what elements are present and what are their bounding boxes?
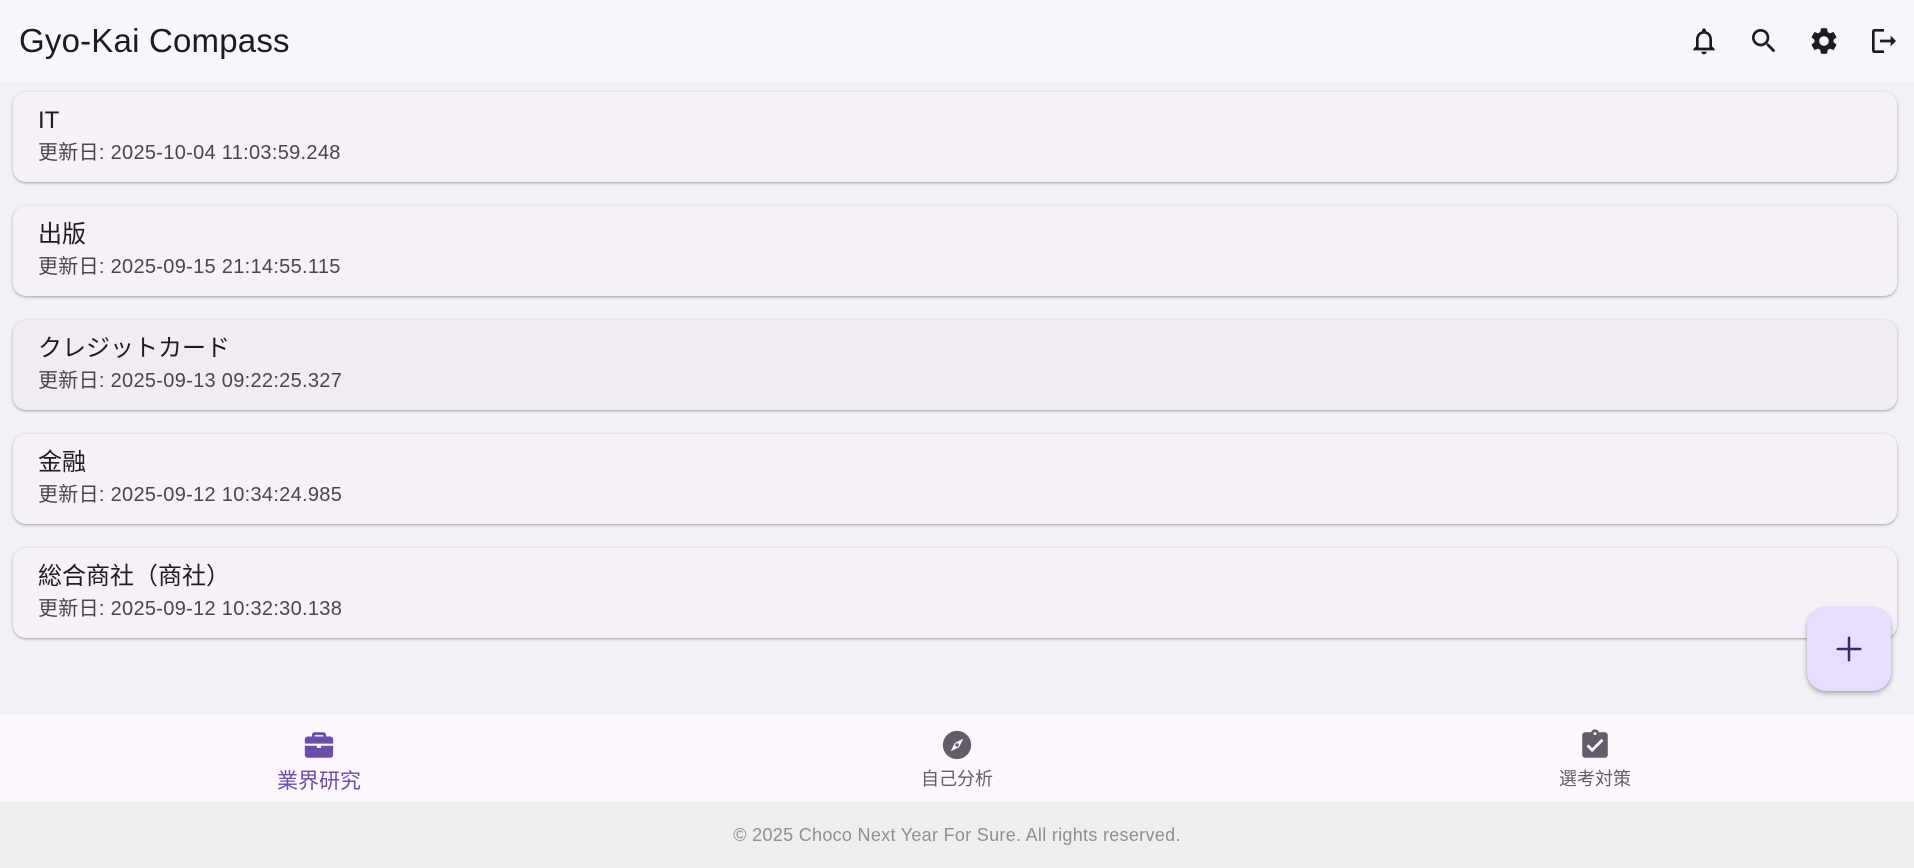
settings-icon: [1811, 28, 1837, 54]
nav-item-industry-research[interactable]: 業界研究: [0, 715, 638, 802]
industry-updated-date: 更新日: 2025-09-12 10:34:24.985: [38, 484, 343, 506]
industry-title: クレジットカード: [38, 335, 230, 362]
add-industry-button[interactable]: [1807, 607, 1891, 691]
industry-updated-date: 更新日: 2025-10-04 11:03:59.248: [38, 142, 341, 164]
nav-label-self-analysis: 自己分析: [921, 769, 993, 789]
settings-button[interactable]: [1794, 11, 1854, 71]
nav-item-self-analysis[interactable]: 自己分析: [638, 715, 1276, 802]
logout-icon: [1872, 29, 1896, 53]
industry-card[interactable]: クレジットカード 更新日: 2025-09-13 09:22:25.327: [13, 320, 1897, 410]
copyright-text: © 2025 Choco Next Year For Sure. All rig…: [733, 824, 1181, 845]
bottom-navigation: 業界研究 自己分析 選考対策: [0, 715, 1914, 802]
industry-title: 総合商社（商社）: [38, 563, 230, 590]
industry-updated-date: 更新日: 2025-09-15 21:14:55.115: [38, 256, 341, 278]
industry-card[interactable]: 金融 更新日: 2025-09-12 10:34:24.985: [13, 434, 1897, 524]
industry-title: 出版: [38, 221, 86, 248]
app-title: Gyo-Kai Compass: [19, 22, 290, 59]
app-bar-actions: [1674, 0, 1914, 82]
notifications-button[interactable]: [1674, 11, 1734, 71]
industry-card[interactable]: IT 更新日: 2025-10-04 11:03:59.248: [13, 92, 1897, 182]
industry-updated-date: 更新日: 2025-09-13 09:22:25.327: [38, 370, 343, 392]
nav-label-industry-research: 業界研究: [277, 770, 361, 793]
compass-icon: [942, 730, 972, 760]
industry-title: IT: [38, 107, 60, 134]
nav-label-selection-prep: 選考対策: [1559, 769, 1631, 789]
search-button[interactable]: [1734, 11, 1794, 71]
add-icon: [1836, 636, 1862, 662]
industry-list: IT 更新日: 2025-10-04 11:03:59.248 出版 更新日: …: [13, 92, 1897, 662]
industry-title: 金融: [38, 449, 86, 476]
nav-item-selection-prep[interactable]: 選考対策: [1276, 715, 1914, 802]
industry-card[interactable]: 出版 更新日: 2025-09-15 21:14:55.115: [13, 206, 1897, 296]
app-bar: Gyo-Kai Compass: [0, 0, 1914, 82]
industry-card[interactable]: 総合商社（商社） 更新日: 2025-09-12 10:32:30.138: [13, 548, 1897, 638]
search-icon: [1752, 29, 1776, 53]
logout-button[interactable]: [1854, 11, 1914, 71]
clipboard-check-icon: [1582, 729, 1608, 758]
footer: © 2025 Choco Next Year For Sure. All rig…: [0, 802, 1914, 868]
notifications-icon: [1693, 28, 1715, 55]
briefcase-icon: [304, 732, 334, 758]
industry-updated-date: 更新日: 2025-09-12 10:32:30.138: [38, 598, 343, 620]
